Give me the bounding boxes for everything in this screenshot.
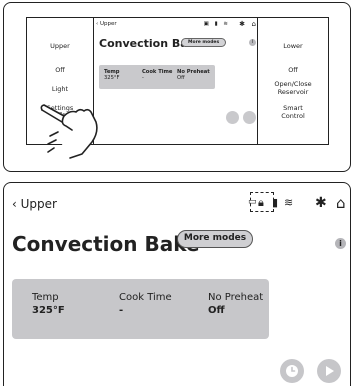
info-icon[interactable]: i: [335, 238, 346, 249]
right-button-column: Lower Off Open/Close Reservoir Smart Con…: [257, 18, 328, 144]
mini-status-card: Temp 325°F Cook Time - No Preheat Off: [99, 65, 215, 89]
preheat-field[interactable]: No Preheat Off: [208, 291, 263, 317]
mini-play-button[interactable]: [243, 111, 256, 124]
pointing-hand-icon: [40, 104, 98, 159]
gear-icon[interactable]: ✱: [315, 195, 327, 211]
mini-back-link[interactable]: ‹ Upper: [96, 21, 117, 27]
mini-cook-time: Cook Time -: [142, 69, 173, 81]
lower-off-button[interactable]: Off: [258, 66, 328, 74]
upper-off-button[interactable]: Off: [27, 66, 93, 74]
temp-value: 325°F: [32, 305, 65, 316]
wifi-icon: ≋: [284, 196, 294, 209]
home-icon[interactable]: ⌂: [336, 194, 346, 212]
page-title: Convection Bake: [12, 232, 200, 256]
preheat-value: Off: [208, 305, 225, 316]
mini-gear-icon[interactable]: ✱: [239, 20, 245, 28]
cook-time-value: -: [119, 305, 124, 316]
battery-icon: ▮: [272, 196, 279, 209]
clock-icon: [286, 365, 298, 377]
more-modes-button[interactable]: More modes: [177, 230, 253, 248]
cook-time-field[interactable]: Cook Time -: [119, 291, 172, 317]
smart-control-button[interactable]: Smart Control: [258, 104, 328, 120]
lock-icon: 🔒︎: [258, 196, 264, 209]
mini-more-modes-button[interactable]: More modes: [181, 38, 227, 47]
mini-display: ‹ Upper ▣ ▮ ≋ ✱ ⌂ Convection Bake More m…: [93, 18, 260, 144]
mini-clock-button[interactable]: [226, 111, 239, 124]
upper-button[interactable]: Upper: [27, 42, 93, 50]
temp-field[interactable]: Temp 325°F: [32, 291, 65, 317]
preheat-label: No Preheat: [208, 292, 264, 303]
mini-status-icons: ▣ ▮ ≋: [203, 21, 230, 27]
mini-home-icon[interactable]: ⌂: [252, 20, 256, 28]
lower-button[interactable]: Lower: [258, 42, 328, 50]
timer-button[interactable]: [280, 359, 304, 383]
control-panel: Upper Off Light Settings ◎3s ‹ Upper ▣ ▮…: [3, 2, 351, 172]
back-upper-link[interactable]: ‹ Upper: [12, 197, 57, 211]
reservoir-button[interactable]: Open/Close Reservoir: [258, 80, 328, 96]
cook-status-card: Temp 325°F Cook Time - No Preheat Off: [12, 279, 269, 339]
mini-info-icon[interactable]: i: [249, 39, 256, 46]
play-icon: [326, 366, 334, 376]
cook-time-label: Cook Time: [119, 292, 172, 303]
display-screen: ‹ Upper ▭ 🔒︎ ▮ ≋ ✱ ⌂ Convection Bake Mor…: [3, 182, 351, 386]
remote-icon: ▭: [248, 197, 257, 207]
status-icons: ▭ 🔒︎ ▮ ≋: [248, 192, 308, 212]
start-button[interactable]: [317, 359, 341, 383]
light-button[interactable]: Light: [27, 85, 93, 93]
temp-label: Temp: [32, 292, 59, 303]
mini-preheat: No Preheat Off: [177, 69, 210, 81]
mini-temp: Temp 325°F: [104, 69, 120, 81]
